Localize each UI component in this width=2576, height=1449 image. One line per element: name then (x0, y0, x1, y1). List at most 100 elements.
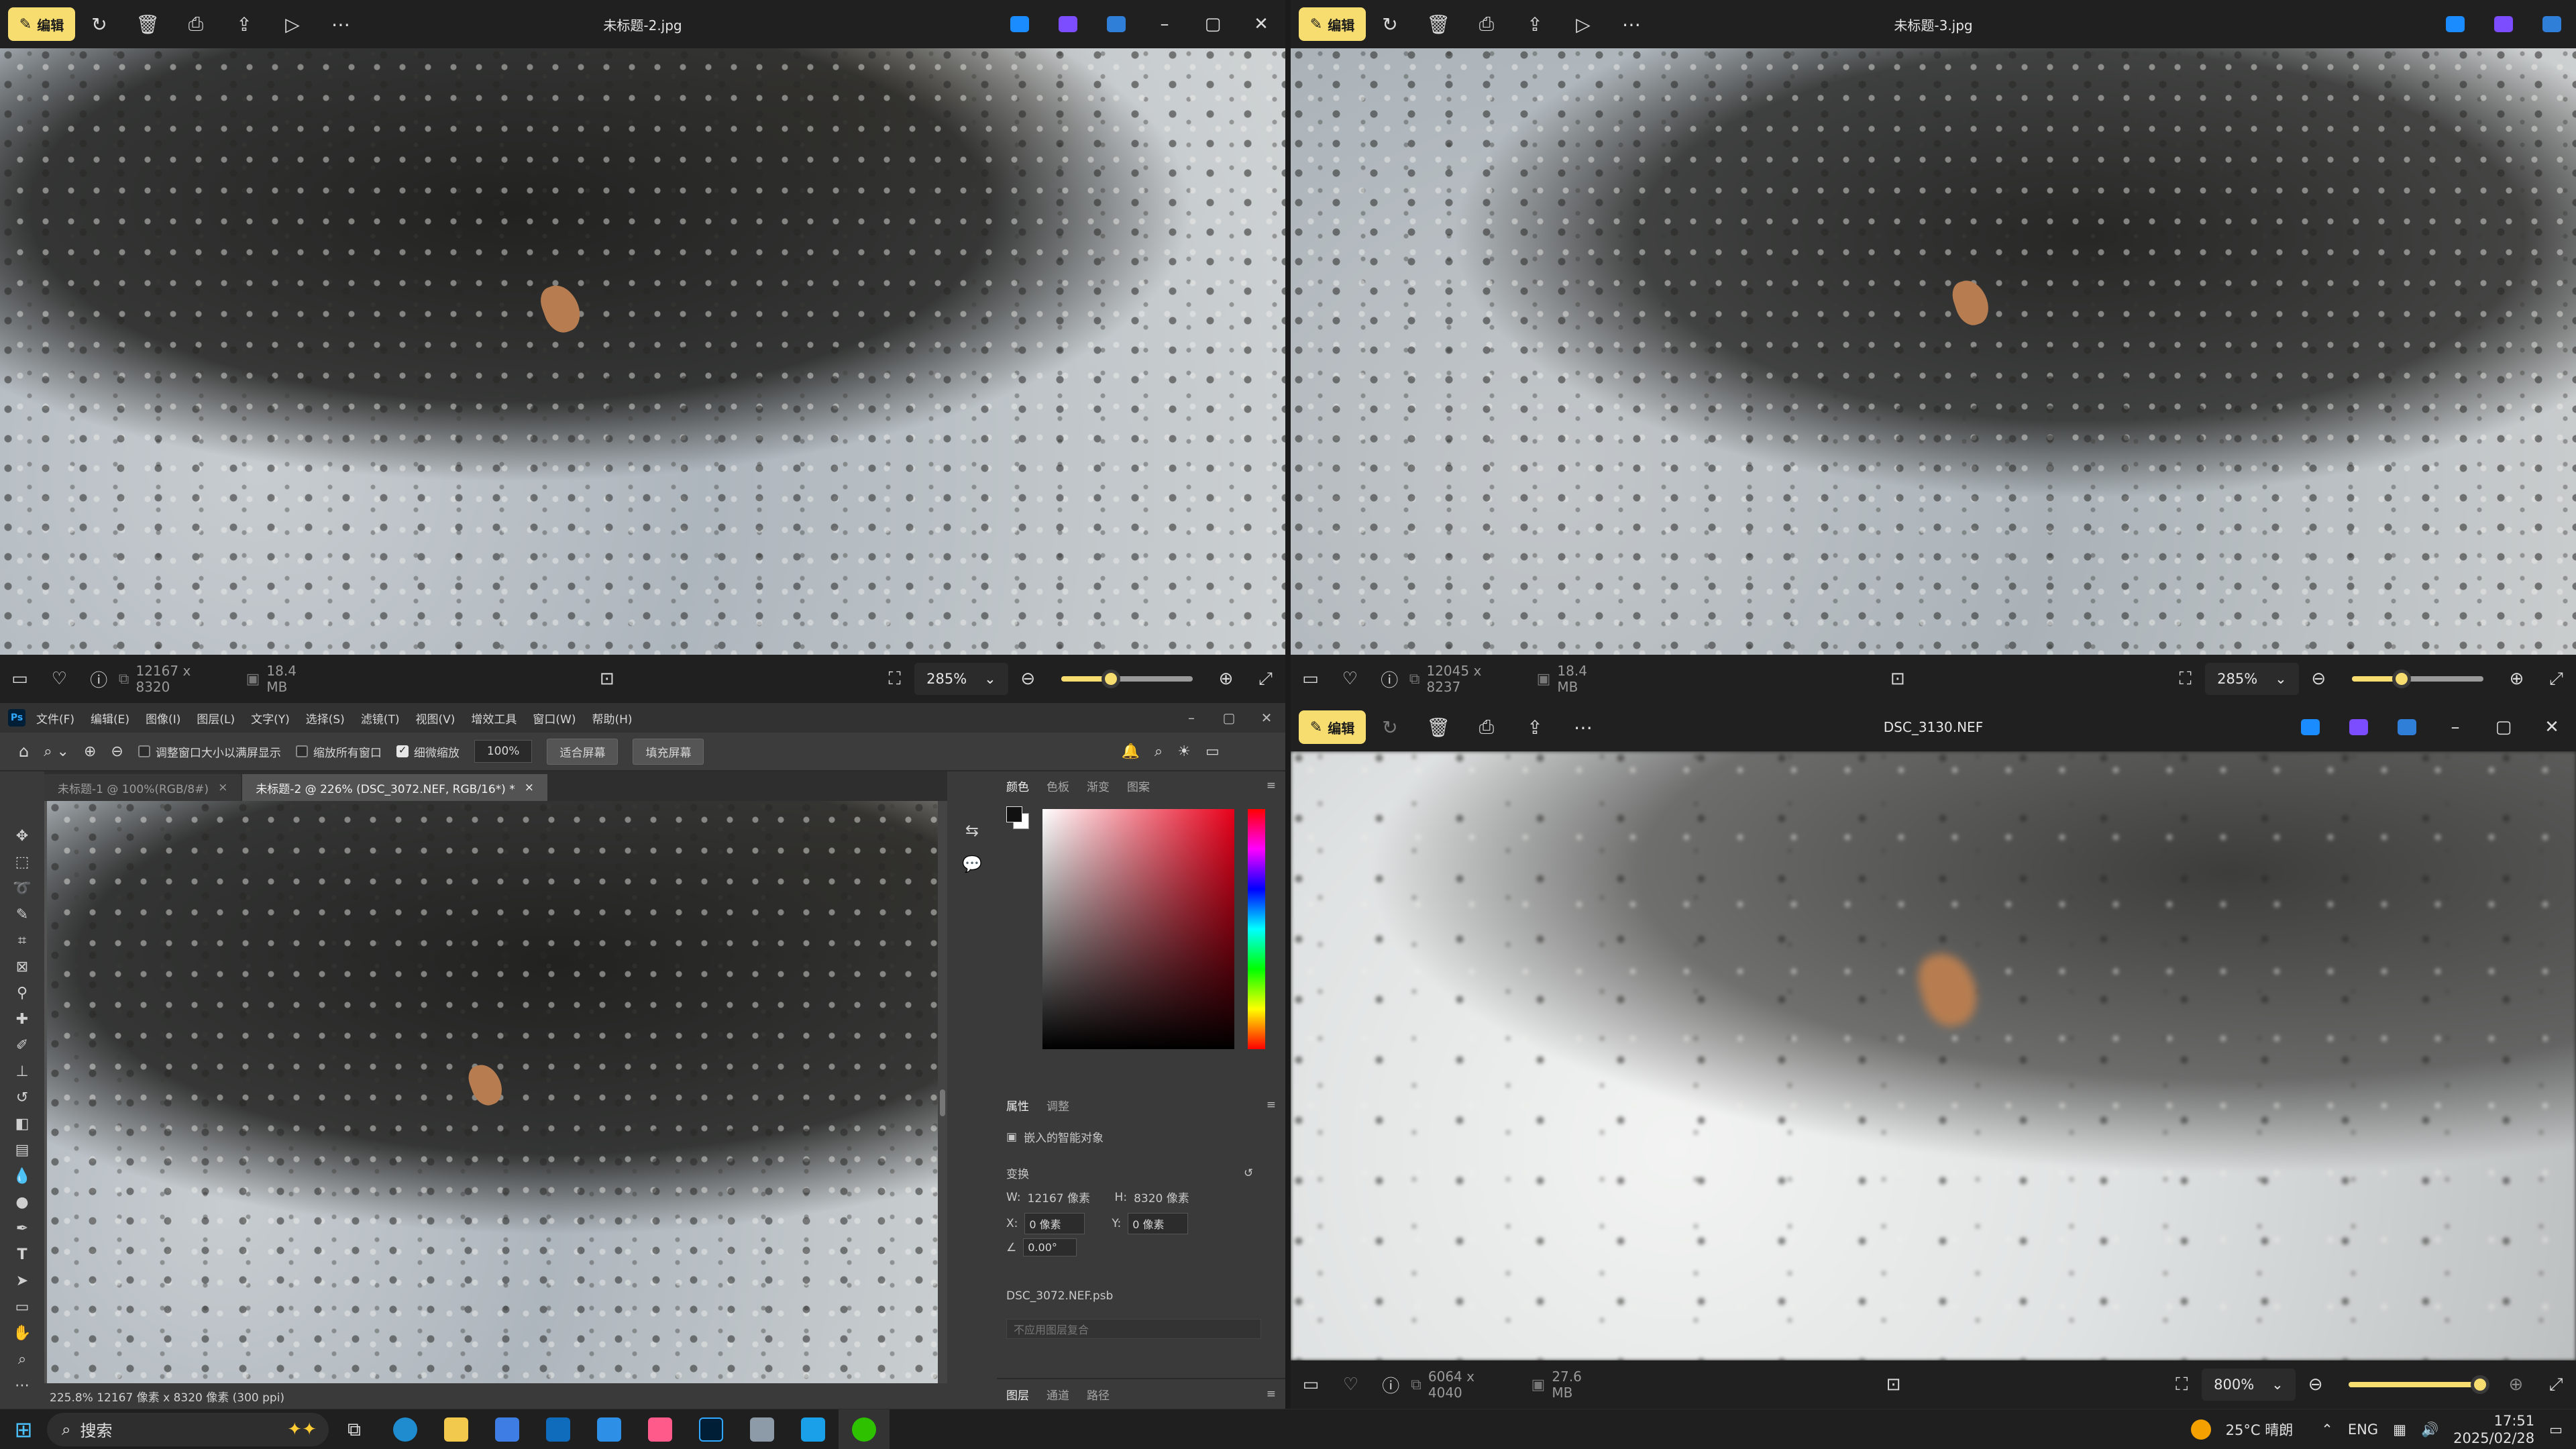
doc-tab-2[interactable]: 未标题-2 @ 226% (DSC_3072.NEF, RGB/16*) * × (242, 774, 547, 801)
healing-brush-tool-icon[interactable]: ✚ (9, 1010, 36, 1029)
edge-icon[interactable] (380, 1409, 431, 1449)
zoom-all-checkbox[interactable] (295, 745, 308, 757)
layer-comp-select[interactable]: 不应用图层复合 (1006, 1319, 1261, 1339)
slideshow-icon[interactable]: ▷ (268, 0, 317, 48)
edit-button[interactable]: ✎ 编辑 (1299, 710, 1366, 744)
zoom-all-option[interactable]: 缩放所有窗口 (295, 743, 382, 760)
designer-app-icon[interactable] (996, 0, 1044, 48)
comments-icon[interactable]: 💬 (962, 855, 982, 873)
panel-menu-icon[interactable]: ≡ (1267, 1098, 1276, 1112)
panel-menu-icon[interactable]: ≡ (1267, 779, 1276, 792)
menu-filter[interactable]: 滤镜(T) (361, 710, 400, 727)
foreground-color-swatch[interactable] (1006, 806, 1022, 822)
share-icon[interactable]: ⇪ (220, 0, 268, 48)
info-icon[interactable]: ⓘ (79, 655, 119, 703)
search-box[interactable]: ⌕ 搜索 ✦✦ (47, 1412, 329, 1446)
minimize-button[interactable]: – (1173, 703, 1210, 733)
tab-properties[interactable]: 属性 (1006, 1097, 1029, 1114)
photo-canvas-1[interactable] (0, 48, 1285, 655)
doc-tab-1[interactable]: 未标题-1 @ 100%(RGB/8#) × (44, 774, 241, 801)
zoom-in-icon[interactable]: ⊕ (84, 743, 96, 760)
hand-tool-icon[interactable]: ✋ (9, 1324, 36, 1343)
menu-help[interactable]: 帮助(H) (592, 710, 632, 727)
fit-view-icon[interactable]: ⛶ (2161, 1360, 2202, 1409)
scrubby-zoom-option[interactable]: 细微缩放 (396, 743, 460, 760)
filmstrip-icon[interactable]: ▭ (0, 655, 40, 703)
fill-screen-button[interactable]: 填充屏幕 (633, 738, 704, 765)
dodge-tool-icon[interactable]: ● (9, 1193, 36, 1212)
path-select-tool-icon[interactable]: ➤ (9, 1271, 36, 1291)
panel-menu-icon[interactable]: ≡ (1267, 1387, 1276, 1401)
menu-file[interactable]: 文件(F) (36, 710, 74, 727)
discover-icon[interactable]: ☀ (1177, 743, 1191, 760)
width-value[interactable]: 12167 像素 (1028, 1189, 1108, 1205)
resize-windows-checkbox[interactable] (138, 745, 150, 757)
tab-swatches[interactable]: 色板 (1046, 777, 1069, 794)
face-detect-icon[interactable]: ⊡ (1878, 655, 1917, 703)
clipchamp-app-icon[interactable] (1044, 0, 1092, 48)
weather-text[interactable]: 25°C 晴朗 (2226, 1419, 2294, 1440)
edit-button[interactable]: ✎ 编辑 (1299, 7, 1366, 41)
history-icon[interactable]: ⇆ (965, 821, 979, 840)
history-brush-tool-icon[interactable]: ↺ (9, 1088, 36, 1108)
info-icon[interactable]: ⓘ (1371, 1360, 1411, 1409)
store-icon[interactable] (482, 1409, 533, 1449)
gradient-tool-icon[interactable]: ▤ (9, 1140, 36, 1160)
notification-icon[interactable]: ▭ (2549, 1421, 2563, 1438)
home-icon[interactable]: ⌂ (19, 742, 29, 761)
marquee-tool-icon[interactable]: ⬚ (9, 853, 36, 872)
zoom-out-icon[interactable]: ⊖ (2296, 1360, 2336, 1409)
zoom-in-icon[interactable]: ⊕ (1206, 655, 1246, 703)
notification-icon[interactable]: 🔔 (1121, 743, 1139, 760)
filmstrip-icon[interactable]: ▭ (1291, 655, 1330, 703)
more-icon[interactable]: ⋯ (1607, 0, 1656, 48)
tab-paths[interactable]: 路径 (1087, 1386, 1110, 1403)
face-detect-icon[interactable]: ⊡ (587, 655, 627, 703)
crop-tool-icon[interactable]: ⌗ (9, 931, 36, 951)
favorite-icon[interactable]: ♡ (40, 655, 79, 703)
brush-tool-icon[interactable]: ✐ (9, 1036, 36, 1055)
slideshow-icon[interactable]: ▷ (1559, 0, 1607, 48)
network-icon[interactable]: ▦ (2393, 1421, 2406, 1438)
quick-select-tool-icon[interactable]: ✎ (9, 905, 36, 924)
delete-icon[interactable]: 🗑 (123, 0, 172, 48)
height-value[interactable]: 8320 像素 (1134, 1189, 1189, 1205)
more-icon[interactable]: ⋯ (317, 0, 365, 48)
menu-image[interactable]: 图像(I) (146, 710, 180, 727)
outlook-icon[interactable] (533, 1409, 584, 1449)
zoom-in-icon[interactable]: ⊕ (2497, 655, 2536, 703)
zoom-100-button[interactable]: 100% (474, 740, 533, 763)
photo-canvas-3[interactable] (1291, 751, 2576, 1360)
zoom-dropdown[interactable]: 800% ⌄ (2202, 1368, 2296, 1401)
designer-app-icon[interactable] (2431, 0, 2479, 48)
designer-app-icon[interactable] (2286, 703, 2334, 751)
clipchamp-app-icon[interactable] (2334, 703, 2383, 751)
angle-field[interactable]: 0.00° (1023, 1238, 1077, 1256)
menu-type[interactable]: 文字(Y) (251, 710, 290, 727)
zoom-tool-icon[interactable]: ⌕ ⌄ (44, 743, 69, 760)
type-tool-icon[interactable]: T (9, 1245, 36, 1265)
calendar-icon[interactable] (584, 1409, 635, 1449)
face-detect-icon[interactable]: ⊡ (1874, 1360, 1914, 1409)
wechat-icon[interactable] (839, 1409, 890, 1449)
volume-icon[interactable]: 🔊 (2421, 1421, 2438, 1438)
menu-select[interactable]: 选择(S) (306, 710, 345, 727)
x-field[interactable]: 0 像素 (1024, 1213, 1085, 1234)
maximize-button[interactable]: ▢ (1189, 0, 1237, 48)
ps-canvas[interactable] (47, 801, 938, 1383)
share-icon[interactable]: ⇪ (1511, 0, 1559, 48)
more-icon[interactable]: ⋯ (1559, 703, 1607, 751)
zoom-dropdown[interactable]: 285% ⌄ (914, 663, 1008, 695)
shape-tool-icon[interactable]: ▭ (9, 1297, 36, 1317)
fullscreen-icon[interactable]: ⤢ (2536, 655, 2576, 703)
move-tool-icon[interactable]: ✥ (9, 826, 36, 846)
photoshop-taskbar-icon[interactable] (686, 1409, 737, 1449)
menu-window[interactable]: 窗口(W) (533, 710, 576, 727)
print-icon[interactable]: ⎙ (172, 0, 220, 48)
close-icon[interactable]: × (525, 781, 534, 794)
favorite-icon[interactable]: ♡ (1331, 1360, 1371, 1409)
vertical-scrollbar[interactable] (938, 801, 947, 1383)
pen-tool-icon[interactable]: ✒ (9, 1219, 36, 1238)
reset-icon[interactable]: ↺ (1244, 1167, 1253, 1180)
search-icon[interactable]: ⌕ (1155, 743, 1163, 760)
